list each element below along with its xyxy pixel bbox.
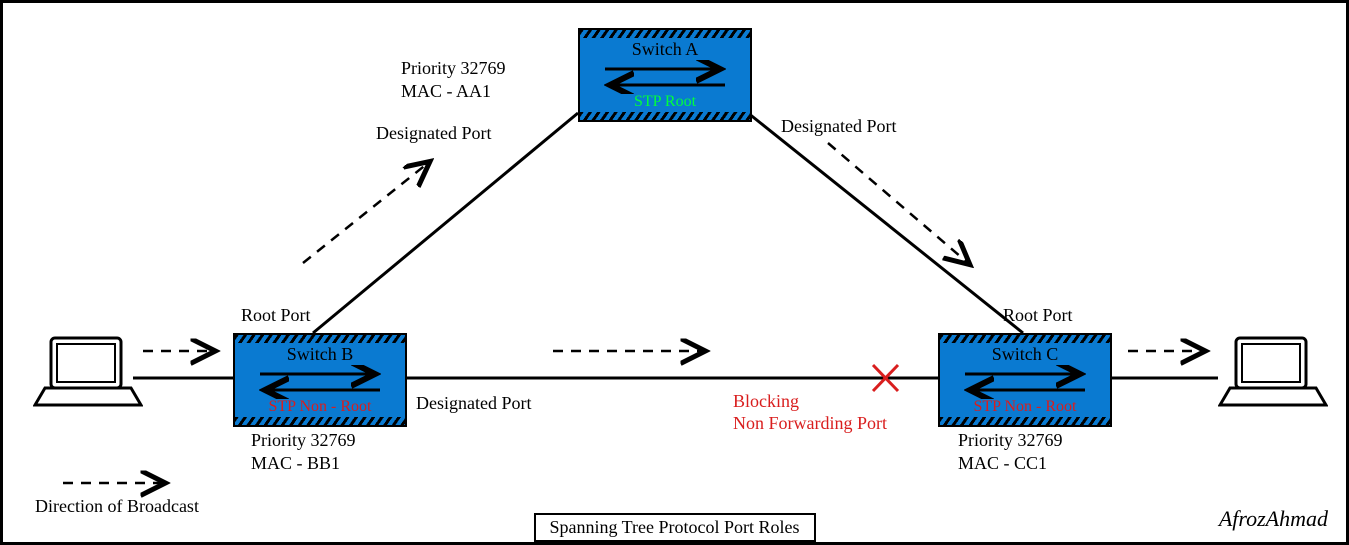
author-signature: AfrozAhmad [1219,506,1328,532]
switch-b-arrows-icon [253,365,387,399]
switch-c-arrows-icon [958,365,1092,399]
switch-a-right-port: Designated Port [781,116,896,137]
switch-c-left-port-2: Non Forwarding Port [733,413,887,434]
diagram-title: Spanning Tree Protocol Port Roles [533,513,815,542]
switch-a-left-port: Designated Port [376,123,491,144]
laptop-left-icon [33,333,143,413]
switch-c: Switch C STP Non - Root [938,333,1112,427]
switch-c-name: Switch C [940,344,1110,365]
switch-a: Switch A STP Root [578,28,752,122]
switch-a-role: STP Root [580,93,750,111]
switch-a-mac: MAC - AA1 [401,81,491,102]
switch-b-priority: Priority 32769 [251,430,356,451]
switch-b-role: STP Non - Root [235,398,405,416]
switch-b-name: Switch B [235,344,405,365]
switch-a-priority: Priority 32769 [401,58,506,79]
switch-b-mac: MAC - BB1 [251,453,340,474]
switch-a-arrows-icon [598,60,732,94]
laptop-right-icon [1218,333,1328,413]
switch-b-right-port: Designated Port [416,393,531,414]
switch-c-top-port: Root Port [1003,305,1073,326]
switch-c-left-port-1: Blocking [733,391,799,412]
switch-a-name: Switch A [580,39,750,60]
diagram-frame: Switch A STP Root Priority 32769 MAC - A… [0,0,1349,545]
switch-b: Switch B STP Non - Root [233,333,407,427]
switch-b-top-port: Root Port [241,305,311,326]
switch-c-role: STP Non - Root [940,398,1110,416]
legend-text: Direction of Broadcast [35,496,199,517]
switch-c-mac: MAC - CC1 [958,453,1047,474]
switch-c-priority: Priority 32769 [958,430,1063,451]
